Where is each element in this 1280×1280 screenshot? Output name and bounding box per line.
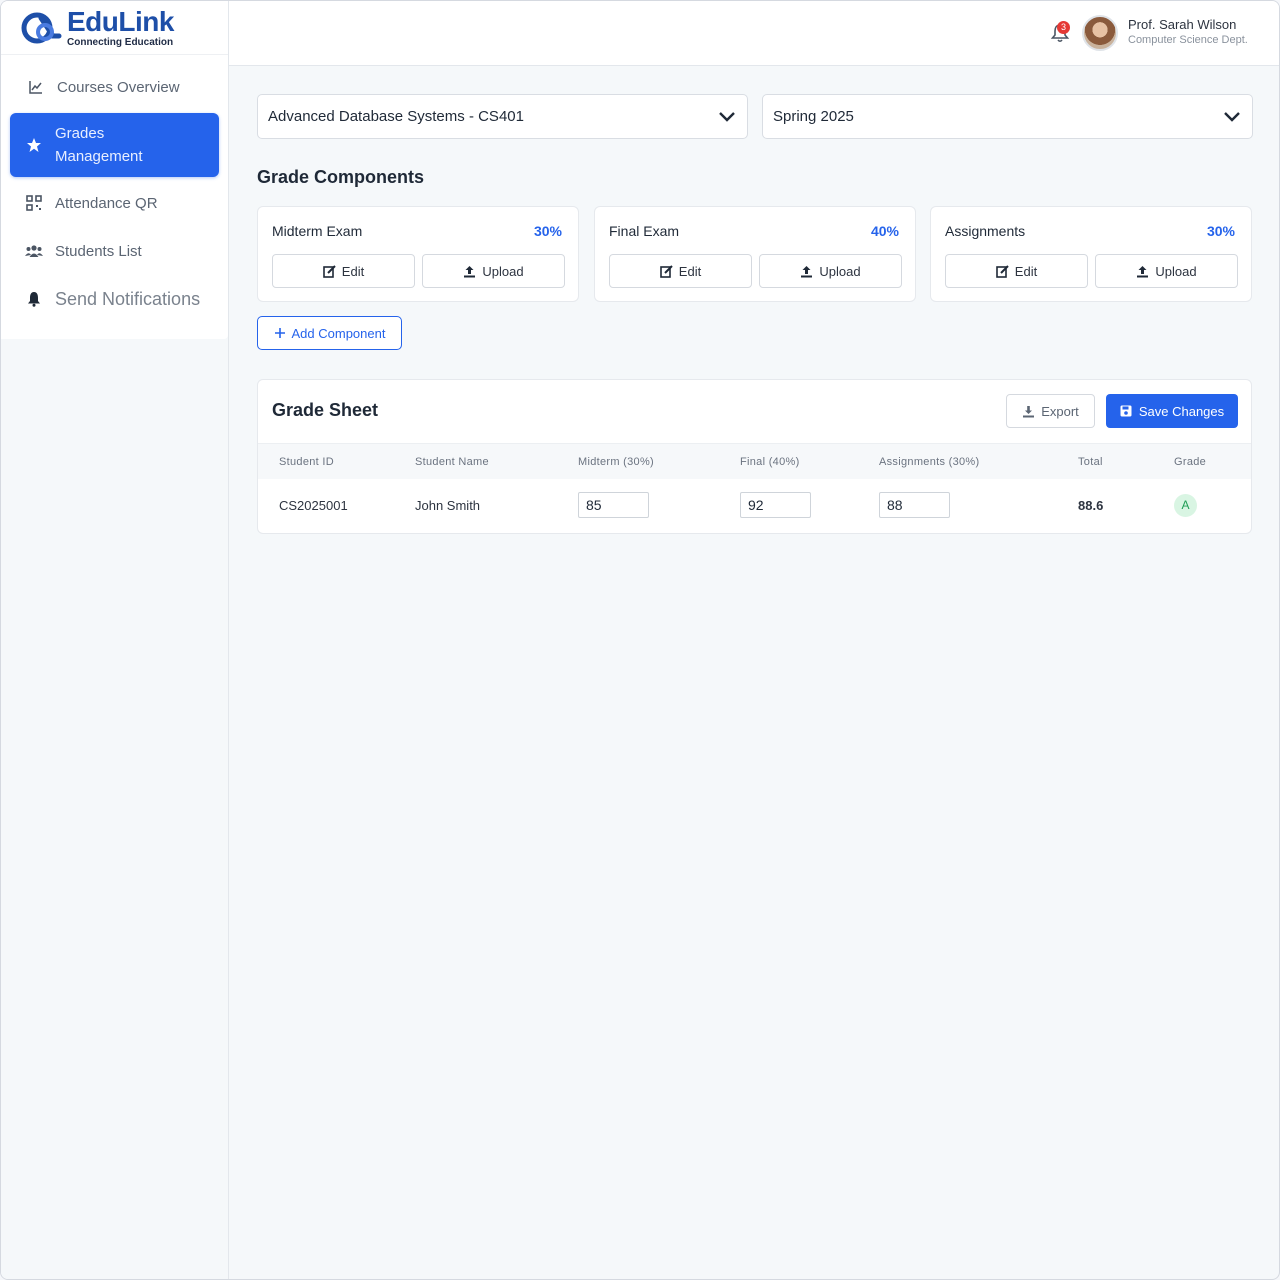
edit-component-button[interactable]: Edit [272, 254, 415, 288]
notification-badge: 3 [1057, 21, 1070, 34]
upload-icon [801, 265, 813, 277]
upload-label: Upload [1155, 263, 1197, 279]
grade-badge: A [1174, 494, 1197, 517]
save-changes-button[interactable]: Save Changes [1106, 394, 1238, 428]
upload-icon [464, 265, 476, 277]
component-weight: 40% [870, 223, 899, 239]
upload-icon [1137, 265, 1149, 277]
sidebar-item-send-notifications[interactable]: Send Notifications [1, 275, 228, 323]
column-header-final: Final (40%) [740, 456, 800, 468]
sidebar-item-label: Courses Overview [57, 78, 180, 96]
grade-sheet-title: Grade Sheet [272, 400, 379, 420]
sidebar-item-label: Attendance QR [55, 194, 158, 212]
qr-code-icon [25, 194, 43, 212]
sidebar-item-grades-management[interactable]: Grades Management [10, 113, 219, 177]
edit-icon [659, 264, 673, 278]
edit-component-button[interactable]: Edit [609, 254, 752, 288]
edit-label: Edit [341, 263, 365, 279]
component-name: Final Exam [609, 223, 680, 239]
component-name: Assignments [945, 223, 1026, 239]
component-card-final: Final Exam 40% Edit Upload [594, 206, 916, 302]
add-component-label: Add Component [291, 325, 386, 341]
edit-label: Edit [678, 263, 702, 279]
sidebar-item-students-list[interactable]: Students List [1, 227, 228, 275]
component-card-assignments: Assignments 30% Edit Upload [930, 206, 1252, 302]
total-cell: 88.6 [1078, 498, 1104, 513]
component-name: Midterm Exam [272, 223, 363, 239]
course-select-value: Advanced Database Systems - CS401 [268, 108, 524, 125]
upload-component-button[interactable]: Upload [759, 254, 902, 288]
column-header-midterm: Midterm (30%) [578, 456, 655, 468]
brand[interactable]: EduLink Connecting Education [1, 1, 228, 55]
brand-name: EduLink [67, 5, 174, 37]
sidebar-panel: EduLink Connecting Education Courses Ove… [1, 1, 228, 339]
term-select[interactable]: Spring 2025 [762, 94, 1253, 139]
component-card-midterm: Midterm Exam 30% Edit Upload [257, 206, 579, 302]
add-component-button[interactable]: Add Component [257, 316, 402, 350]
component-weight: 30% [533, 223, 562, 239]
column-header-grade: Grade [1174, 456, 1207, 468]
upload-label: Upload [482, 263, 524, 279]
sidebar: EduLink Connecting Education Courses Ove… [1, 1, 229, 1279]
plus-icon [274, 328, 285, 338]
assignments-score-input[interactable] [879, 492, 950, 518]
column-header-total: Total [1078, 456, 1103, 468]
avatar[interactable] [1082, 15, 1118, 51]
sidebar-item-attendance-qr[interactable]: Attendance QR [1, 179, 228, 227]
column-header-student-id: Student ID [279, 456, 334, 468]
grade-sheet: Grade Sheet Export Save Changes Student … [257, 379, 1252, 534]
export-button[interactable]: Export [1006, 394, 1095, 428]
term-select-value: Spring 2025 [773, 108, 854, 125]
upload-component-button[interactable]: Upload [422, 254, 565, 288]
users-icon [25, 242, 43, 260]
sidebar-item-courses-overview[interactable]: Courses Overview [1, 63, 228, 111]
edit-label: Edit [1014, 263, 1038, 279]
column-header-assignments: Assignments (30%) [879, 456, 980, 468]
upload-component-button[interactable]: Upload [1095, 254, 1238, 288]
edit-icon [322, 264, 336, 278]
bell-icon [25, 290, 43, 308]
course-select[interactable]: Advanced Database Systems - CS401 [257, 94, 748, 139]
brand-tagline: Connecting Education [67, 36, 174, 48]
edulink-logo-icon [21, 12, 62, 43]
app-window: EduLink Connecting Education Courses Ove… [0, 0, 1280, 1280]
download-icon [1023, 405, 1035, 417]
sidebar-item-label: Students List [55, 242, 142, 260]
column-header-student-name: Student Name [415, 456, 489, 468]
student-name-cell: John Smith [415, 498, 481, 513]
upload-label: Upload [819, 263, 861, 279]
chart-line-icon [27, 78, 45, 96]
save-icon [1120, 405, 1132, 417]
save-changes-label: Save Changes [1138, 403, 1225, 419]
star-icon [25, 136, 43, 154]
export-label: Export [1041, 403, 1079, 419]
midterm-score-input[interactable] [578, 492, 649, 518]
final-score-input[interactable] [740, 492, 811, 518]
table-header: Student ID Student Name Midterm (30%) Fi… [258, 443, 1251, 479]
table-row: CS2025001 John Smith 88.6 A [258, 479, 1251, 533]
chevron-down-icon [719, 112, 735, 122]
sidebar-item-label: Grades Management [55, 125, 143, 165]
user-name: Prof. Sarah Wilson [1128, 17, 1237, 32]
grade-components-title: Grade Components [257, 167, 425, 187]
student-id-cell: CS2025001 [279, 498, 348, 513]
sidebar-item-label: Send Notifications [55, 288, 201, 309]
top-header: 3 Prof. Sarah Wilson Computer Science De… [229, 1, 1279, 66]
sidebar-nav: Courses Overview Grades Management Atten… [1, 55, 228, 323]
component-weight: 30% [1206, 223, 1235, 239]
edit-component-button[interactable]: Edit [945, 254, 1088, 288]
user-dept: Computer Science Dept. [1128, 34, 1248, 46]
edit-icon [995, 264, 1009, 278]
chevron-down-icon [1224, 112, 1240, 122]
